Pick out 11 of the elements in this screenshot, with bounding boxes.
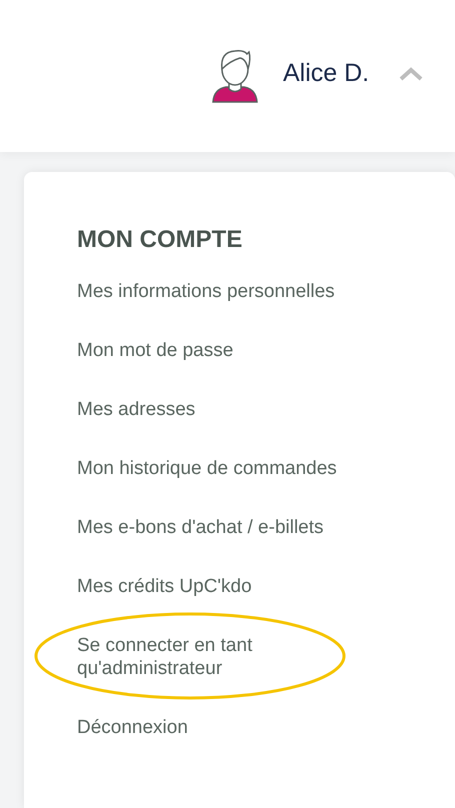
user-name[interactable]: Alice D.	[283, 59, 370, 88]
menu-item[interactable]: Mes e-bons d'achat / e-billets	[77, 516, 377, 539]
menu-item[interactable]: Mon mot de passe	[77, 339, 377, 362]
menu-title: MON COMPTE	[77, 226, 244, 254]
menu-item[interactable]: Mes adresses	[77, 398, 377, 421]
menu-item[interactable]: Mes crédits UpC'kdo	[77, 575, 377, 598]
menu-item[interactable]: Se connecter en tant qu'administrateur	[77, 634, 377, 680]
menu-item[interactable]: Mon historique de commandes	[77, 457, 377, 480]
menu-item[interactable]: Déconnexion	[77, 716, 377, 739]
menu-item[interactable]: Mes informations personnelles	[77, 280, 377, 303]
user-avatar-icon[interactable]	[212, 47, 258, 103]
